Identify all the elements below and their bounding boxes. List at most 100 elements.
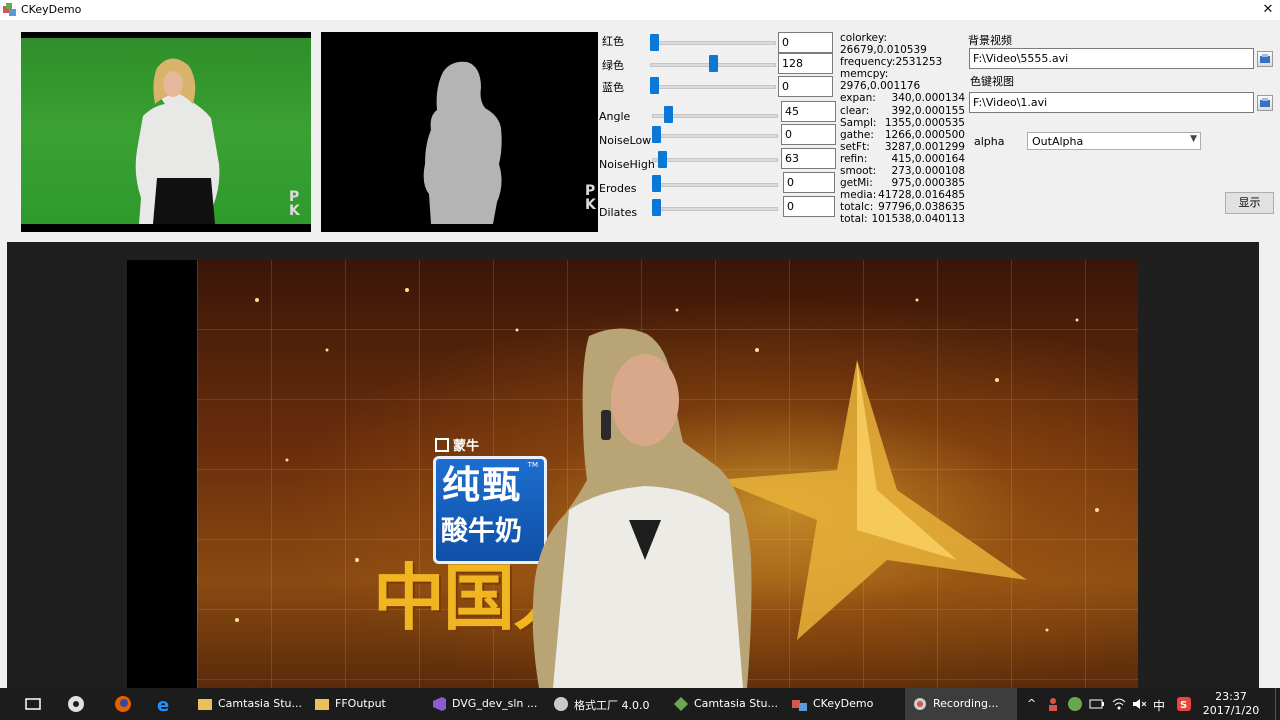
red-value-field[interactable]: 0: [778, 32, 833, 53]
sogou-ime-icon[interactable]: S: [1176, 696, 1192, 712]
volume-muted-icon[interactable]: [1131, 696, 1147, 712]
slider-thumb-noise-low[interactable]: [652, 126, 661, 143]
title-bar: CKeyDemo ✕: [0, 0, 1280, 20]
slider-thumb-red[interactable]: [650, 34, 659, 51]
window-title: CKeyDemo: [21, 3, 82, 16]
taskbar-item-camtasia-studio[interactable]: Camtasia Stu...: [673, 688, 785, 720]
tray-chevron-up-icon[interactable]: ^: [1027, 697, 1036, 710]
stat-row: expan: 340,0.000134: [840, 92, 965, 104]
edge-icon[interactable]: e: [155, 694, 175, 714]
show-button[interactable]: 显示: [1225, 192, 1274, 214]
blue-value-field[interactable]: 0: [778, 76, 833, 97]
slider-label-green: 绿色: [602, 59, 624, 72]
alpha-label: alpha: [974, 135, 1005, 148]
dilates-value-field[interactable]: 0: [783, 196, 835, 217]
slider-thumb-green[interactable]: [708, 55, 718, 72]
clock-date: 2017/1/20: [1202, 704, 1260, 717]
stat-row: total: 101538,0.040113: [840, 213, 965, 225]
stat-key: media:: [840, 189, 877, 202]
stat-value: 1266,0.000500: [884, 128, 965, 141]
chevron-down-icon: ▼: [1190, 134, 1197, 144]
stat-value: 273,0.000108: [891, 165, 965, 178]
stat-colorkey-value: 26679,0.010539: [840, 44, 927, 57]
erodes-value-field[interactable]: 0: [783, 172, 835, 193]
input-method-indicator[interactable]: 中: [1153, 697, 1165, 714]
browse-key-button[interactable]: [1257, 95, 1273, 111]
stat-row: Sampl: 1355,0.000535: [840, 117, 965, 129]
green-value-field[interactable]: 128: [778, 53, 833, 74]
taskbar-item-ffoutput[interactable]: FFOutput: [314, 688, 424, 720]
noise-high-value-field[interactable]: 63: [781, 148, 836, 169]
show-desktop-button[interactable]: [1275, 688, 1280, 720]
timing-stats: colorkey: 26679,0.010539 frequency:25312…: [840, 32, 965, 226]
flower-app-icon[interactable]: [66, 694, 86, 714]
stat-value: 101538,0.040113: [871, 213, 965, 226]
stat-value: 340,0.000134: [891, 92, 965, 105]
noise-low-value-field[interactable]: 0: [781, 124, 836, 145]
taskbar-item-camtasia-folder[interactable]: Camtasia Stu...: [197, 688, 307, 720]
taskbar-item-recording[interactable]: Recording...: [905, 688, 1017, 720]
slider-thumb-angle[interactable]: [663, 106, 673, 123]
source-video-preview: P K: [21, 32, 311, 232]
tray-person-icon[interactable]: [1045, 696, 1061, 712]
composite-frame: 蒙牛 TM 纯甄 酸牛奶 中国人: [197, 260, 1138, 688]
taskbar-item-label: 格式工厂 4.0.0: [574, 699, 650, 712]
format-factory-icon: [554, 697, 568, 711]
folder-icon: [198, 699, 212, 710]
stat-row: clear: 392,0.000155: [840, 105, 965, 117]
composited-person: [532, 328, 752, 688]
slider-track-noise-low[interactable]: [652, 134, 778, 138]
close-button[interactable]: ✕: [1258, 1, 1278, 19]
stat-key: total:: [840, 213, 868, 226]
silhouette-mask: [423, 61, 502, 224]
alpha-select[interactable]: OutAlpha ▼: [1027, 132, 1201, 150]
stat-key: clear:: [840, 104, 870, 117]
source-watermark: P K: [289, 189, 300, 219]
taskbar-item-ckeydemo[interactable]: CKeyDemo: [792, 688, 898, 720]
slider-track-noise-high[interactable]: [652, 158, 778, 162]
slider-track-red[interactable]: [650, 41, 776, 45]
tray-security-icon[interactable]: [1067, 696, 1083, 712]
browse-background-button[interactable]: [1257, 51, 1273, 67]
stat-value: 97796,0.038635: [878, 201, 965, 214]
slider-thumb-blue[interactable]: [650, 77, 659, 94]
stat-frequency: frequency:2531253: [840, 56, 943, 69]
folder-icon: [315, 699, 329, 710]
key-video-path[interactable]: F:\Video\1.avi: [969, 92, 1254, 113]
task-view-icon[interactable]: [23, 694, 43, 714]
mask-watermark: P K: [585, 183, 596, 213]
stat-value: 1355,0.000535: [884, 116, 965, 129]
taskbar-item-visual-studio[interactable]: DVG_dev_sln ...: [431, 688, 543, 720]
stat-key: refin:: [840, 152, 868, 165]
slider-thumb-dilates[interactable]: [652, 199, 661, 216]
taskbar-item-label: FFOutput: [335, 697, 386, 710]
firefox-icon[interactable]: [113, 694, 133, 714]
slider-track-erodes[interactable]: [652, 183, 778, 187]
stat-row: media: 41728,0.016485: [840, 189, 965, 201]
background-video-path[interactable]: F:\Video\5555.avi: [969, 48, 1254, 69]
slider-thumb-erodes[interactable]: [652, 175, 661, 192]
wifi-icon[interactable]: [1111, 696, 1127, 712]
stat-value: 41728,0.016485: [878, 189, 965, 202]
slider-track-blue[interactable]: [650, 85, 776, 89]
slider-thumb-noise-high[interactable]: [657, 151, 667, 168]
slider-label-noise-low: NoiseLow: [599, 134, 652, 147]
stat-key: totalc:: [840, 201, 874, 214]
system-clock[interactable]: 23:37 2017/1/20: [1200, 690, 1262, 718]
visual-studio-icon: [433, 697, 446, 711]
slider-track-dilates[interactable]: [652, 207, 778, 211]
stat-memcpy-value: 2976,0.001176: [840, 80, 921, 93]
output-letterbox: [127, 260, 197, 688]
stat-key: getMi:: [840, 177, 873, 190]
slider-label-blue: 蓝色: [602, 81, 624, 94]
person-figure: [135, 58, 220, 224]
stat-key: smoot:: [840, 165, 877, 178]
stat-colorkey-label: colorkey:: [840, 32, 888, 44]
slider-label-noise-high: NoiseHigh: [599, 158, 655, 171]
slider-label-angle: Angle: [599, 110, 631, 123]
taskbar-item-format-factory[interactable]: 格式工厂 4.0.0: [553, 688, 665, 720]
stat-key: Sampl:: [840, 116, 877, 129]
angle-value-field[interactable]: 45: [781, 101, 836, 122]
svg-text:S: S: [1180, 700, 1187, 711]
battery-icon[interactable]: [1089, 696, 1105, 712]
